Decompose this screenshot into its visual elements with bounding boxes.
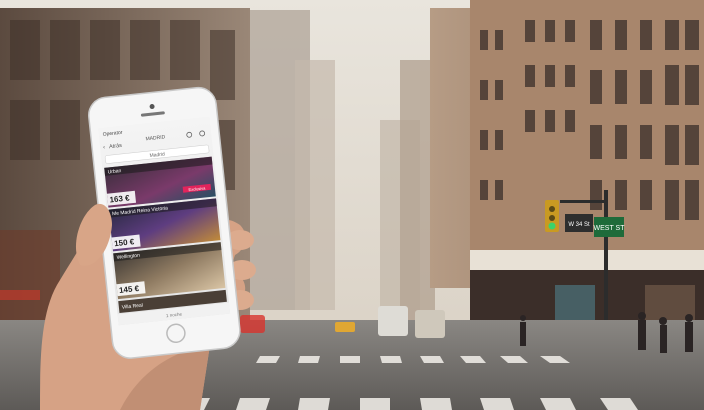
street-sign-1: WEST ST (594, 217, 626, 237)
street-photo: WEST ST W 34 St Operator ‹ Atrás MADRID … (0, 0, 704, 410)
street-sign-1-text: WEST ST (594, 225, 626, 232)
street-sign-2-text: W 34 St (568, 222, 590, 228)
street-sign-2: W 34 St (565, 214, 593, 232)
